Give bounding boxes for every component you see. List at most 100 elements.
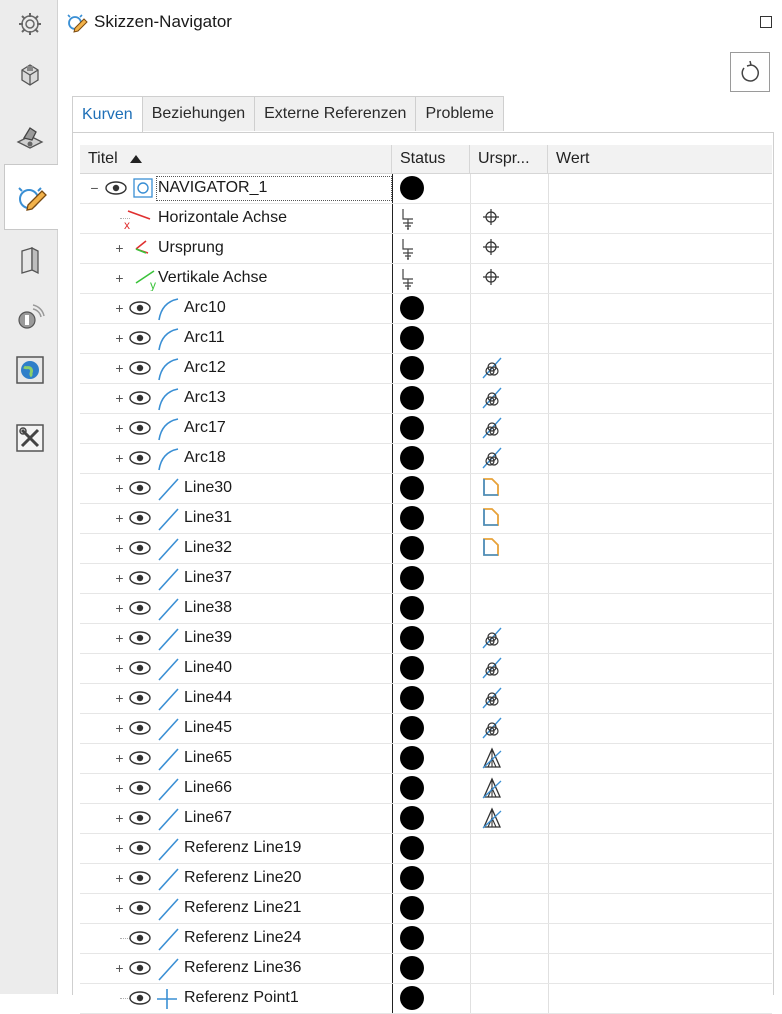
visibility-eye-icon[interactable] (128, 330, 152, 346)
expand-icon[interactable]: + (114, 451, 125, 465)
expand-icon[interactable]: + (114, 691, 125, 705)
visibility-eye-icon[interactable] (128, 900, 152, 916)
tab-beziehungen[interactable]: Beziehungen (141, 96, 256, 131)
table-row[interactable]: − NAVIGATOR_1 (80, 174, 772, 204)
visibility-eye-icon[interactable] (128, 690, 152, 706)
expand-icon[interactable]: + (114, 331, 125, 345)
table-row[interactable]: + Referenz Line20 (80, 864, 772, 894)
visibility-eye-icon[interactable] (128, 390, 152, 406)
table-row[interactable]: + Arc18 (80, 444, 772, 474)
visibility-eye-icon[interactable] (128, 600, 152, 616)
table-row[interactable]: + Line38 (80, 594, 772, 624)
table-row[interactable]: + Arc17 (80, 414, 772, 444)
table-row[interactable]: x Horizontale Achse (80, 204, 772, 234)
table-row[interactable]: + Referenz Line21 (80, 894, 772, 924)
table-row[interactable]: + Line65 (80, 744, 772, 774)
table-row[interactable]: + Line45 (80, 714, 772, 744)
sketch-navigator-icon[interactable] (4, 164, 58, 230)
expand-icon[interactable]: + (114, 241, 125, 255)
globe-icon[interactable] (8, 348, 52, 392)
column-header-status[interactable]: Status (392, 145, 470, 173)
table-row[interactable]: + Line39 (80, 624, 772, 654)
visibility-eye-icon[interactable] (128, 540, 152, 556)
visibility-eye-icon[interactable] (128, 870, 152, 886)
expand-icon[interactable]: + (114, 961, 125, 975)
visibility-eye-icon[interactable] (128, 750, 152, 766)
status-cell (392, 654, 471, 683)
table-row[interactable]: + Ursprung (80, 234, 772, 264)
settings-icon[interactable] (8, 2, 52, 46)
visibility-eye-icon[interactable] (128, 360, 152, 376)
table-row[interactable]: Referenz Point1 (80, 984, 772, 1014)
collapse-icon[interactable]: − (89, 181, 100, 195)
table-row[interactable]: + Referenz Line36 (80, 954, 772, 984)
table-row[interactable]: + y Vertikale Achse (80, 264, 772, 294)
visibility-eye-icon[interactable] (128, 660, 152, 676)
column-header-origin[interactable]: Urspr... (470, 145, 548, 173)
tab-kurven[interactable]: Kurven (72, 96, 143, 133)
visibility-eye-icon[interactable] (128, 630, 152, 646)
expand-icon[interactable]: + (114, 361, 125, 375)
expand-icon[interactable]: + (114, 601, 125, 615)
expand-icon[interactable]: + (114, 481, 125, 495)
table-row[interactable]: + Arc13 (80, 384, 772, 414)
part-icon[interactable] (8, 52, 52, 96)
column-header-title[interactable]: Titel (80, 145, 392, 173)
visibility-eye-icon[interactable] (104, 180, 128, 196)
visibility-eye-icon[interactable] (128, 510, 152, 526)
tab-externe-referenzen[interactable]: Externe Referenzen (254, 96, 417, 131)
expand-icon[interactable]: + (114, 841, 125, 855)
expand-icon[interactable]: + (114, 421, 125, 435)
visibility-eye-icon[interactable] (128, 420, 152, 436)
expand-icon[interactable]: + (114, 721, 125, 735)
visibility-eye-icon[interactable] (128, 450, 152, 466)
table-row[interactable]: + Line32 (80, 534, 772, 564)
table-row[interactable]: + Line31 (80, 504, 772, 534)
expand-icon[interactable]: + (114, 541, 125, 555)
visibility-eye-icon[interactable] (128, 570, 152, 586)
visibility-eye-icon[interactable] (128, 960, 152, 976)
table-row[interactable]: Referenz Line24 (80, 924, 772, 954)
tab-probleme[interactable]: Probleme (415, 96, 504, 131)
table-row[interactable]: + Line30 (80, 474, 772, 504)
value-cell (548, 624, 773, 653)
expand-icon[interactable]: + (114, 871, 125, 885)
table-row[interactable]: + Line40 (80, 654, 772, 684)
expand-icon[interactable]: + (114, 301, 125, 315)
expand-icon[interactable]: + (114, 661, 125, 675)
expand-icon[interactable]: + (114, 271, 125, 285)
maximize-icon[interactable] (760, 16, 772, 28)
table-row[interactable]: + Arc10 (80, 294, 772, 324)
expand-icon[interactable]: + (114, 571, 125, 585)
expand-icon[interactable]: + (114, 631, 125, 645)
table-row[interactable]: + Line66 (80, 774, 772, 804)
visibility-eye-icon[interactable] (128, 990, 152, 1006)
reset-button[interactable] (730, 52, 770, 92)
expand-icon[interactable]: + (114, 391, 125, 405)
visibility-eye-icon[interactable] (128, 930, 152, 946)
expand-icon[interactable]: + (114, 901, 125, 915)
visibility-eye-icon[interactable] (128, 720, 152, 736)
table-row[interactable]: + Arc11 (80, 324, 772, 354)
visibility-eye-icon[interactable] (128, 300, 152, 316)
table-row[interactable]: + Line44 (80, 684, 772, 714)
value-cell (548, 354, 773, 383)
visibility-eye-icon[interactable] (128, 840, 152, 856)
status-fully-defined-icon (400, 746, 424, 770)
table-row[interactable]: + Arc12 (80, 354, 772, 384)
expand-icon[interactable]: + (114, 811, 125, 825)
visibility-eye-icon[interactable] (128, 810, 152, 826)
visibility-eye-icon[interactable] (128, 480, 152, 496)
column-header-value[interactable]: Wert (548, 145, 772, 173)
expand-icon[interactable]: + (114, 751, 125, 765)
table-row[interactable]: + Referenz Line19 (80, 834, 772, 864)
expand-icon[interactable]: + (114, 511, 125, 525)
visibility-eye-icon[interactable] (128, 780, 152, 796)
table-row[interactable]: + Line37 (80, 564, 772, 594)
expand-icon[interactable]: + (114, 781, 125, 795)
sensor-icon[interactable] (8, 296, 52, 340)
book-icon[interactable] (8, 238, 52, 282)
assembly-icon[interactable] (8, 114, 52, 158)
table-row[interactable]: + Line67 (80, 804, 772, 834)
tools-icon[interactable] (8, 416, 52, 460)
